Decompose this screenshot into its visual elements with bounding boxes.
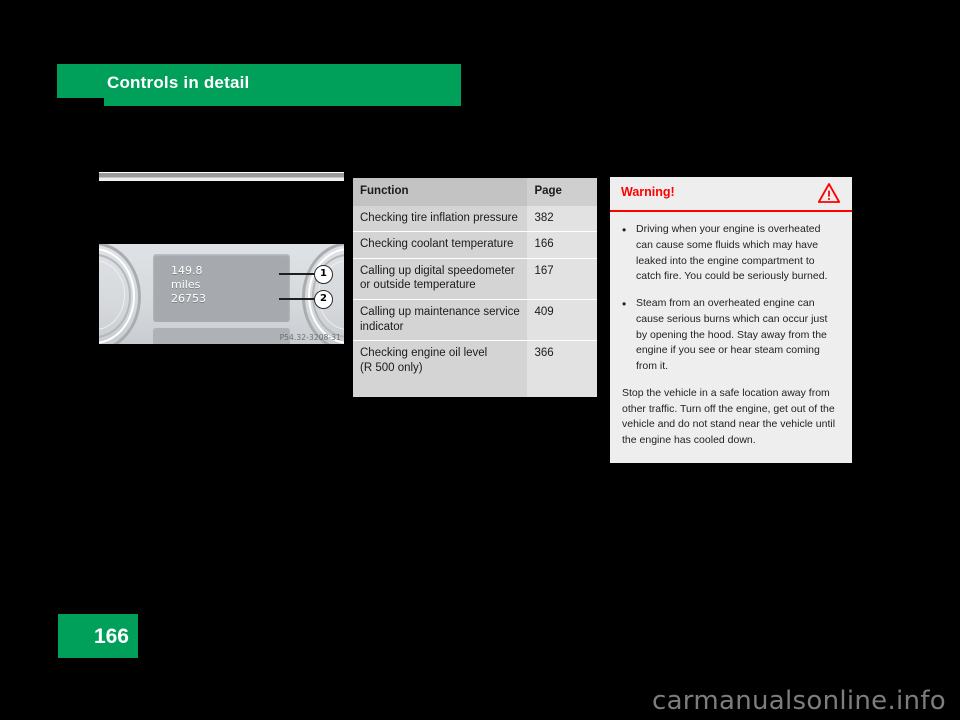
table-row[interactable]: Checking coolant temperature 166 (353, 231, 597, 259)
warning-closing-paragraph: Stop the vehicle in a safe location away… (622, 386, 836, 446)
column-header-function: Function (353, 178, 528, 206)
cell-page[interactable]: 382 (527, 205, 597, 232)
page-number: 166 (93, 625, 129, 648)
warning-bullet-text: Driving when your engine is overheated c… (636, 223, 828, 283)
lcd-units-label: miles (171, 278, 201, 291)
warning-triangle-icon (817, 182, 841, 204)
cell-function: Checking tire inflation pressure (353, 205, 528, 232)
chapter-header-tab (57, 64, 104, 98)
callout-leader-line-1 (279, 273, 315, 275)
cell-page[interactable]: 366 (527, 340, 597, 398)
instrument-cluster-image: 149.8 miles 26753 1 2 P54.32-3208-31 (99, 244, 344, 344)
warning-bullet-item: • Steam from an overheated engine can ca… (622, 296, 840, 375)
cell-page[interactable]: 166 (527, 231, 597, 259)
cell-page[interactable]: 409 (527, 299, 597, 341)
page-title: Controls in detail (107, 73, 250, 92)
cell-function: Checking engine oil level (R 500 only) (353, 340, 528, 398)
illustration-top-rule (99, 172, 344, 181)
column-header-page: Page (527, 178, 597, 206)
cell-function: Checking coolant temperature (353, 231, 528, 259)
illustration-figure: 149.8 miles 26753 1 2 P54.32-3208-31 (99, 172, 344, 344)
cluster-display-lower-panel (153, 328, 290, 344)
table-row[interactable]: Calling up maintenance service indicator… (353, 299, 597, 341)
site-watermark: carmanualsonline.info (651, 686, 946, 716)
table-row[interactable]: Checking tire inflation pressure 382 (353, 205, 597, 232)
callout-marker-2: 2 (314, 290, 333, 309)
lcd-odometer: 26753 (171, 292, 206, 305)
chapter-header: Controls in detail (57, 64, 461, 106)
warning-bullet-text: Steam from an overheated engine can caus… (636, 297, 828, 372)
cell-page[interactable]: 167 (527, 258, 597, 300)
figure-reference-code: P54.32-3208-31 (279, 333, 341, 342)
cluster-display-screen: 149.8 miles 26753 1 2 (153, 254, 333, 322)
function-page-table: Function Page Checking tire inflation pr… (353, 178, 597, 398)
warning-bullet-item: • Driving when your engine is overheated… (622, 222, 840, 285)
warning-callout-box: Warning! • Driving when your engine is o… (610, 177, 852, 463)
table-row[interactable]: Checking engine oil level (R 500 only) 3… (353, 340, 597, 398)
callout-marker-1: 1 (314, 265, 333, 284)
warning-body: • Driving when your engine is overheated… (610, 212, 852, 463)
cell-function: Calling up maintenance service indicator (353, 299, 528, 341)
lcd-trip-distance: 149.8 (171, 264, 203, 277)
callout-leader-line-2 (279, 298, 315, 300)
cell-function: Calling up digital speedometer or outsid… (353, 258, 528, 300)
bullet-dot-icon: • (622, 223, 627, 237)
table-header-row: Function Page (353, 178, 597, 206)
page-number-badge: 166 (58, 614, 138, 658)
bullet-dot-icon: • (622, 297, 627, 311)
warning-title: Warning! (621, 185, 675, 199)
table-row[interactable]: Calling up digital speedometer or outsid… (353, 258, 597, 300)
warning-header: Warning! (610, 177, 852, 212)
